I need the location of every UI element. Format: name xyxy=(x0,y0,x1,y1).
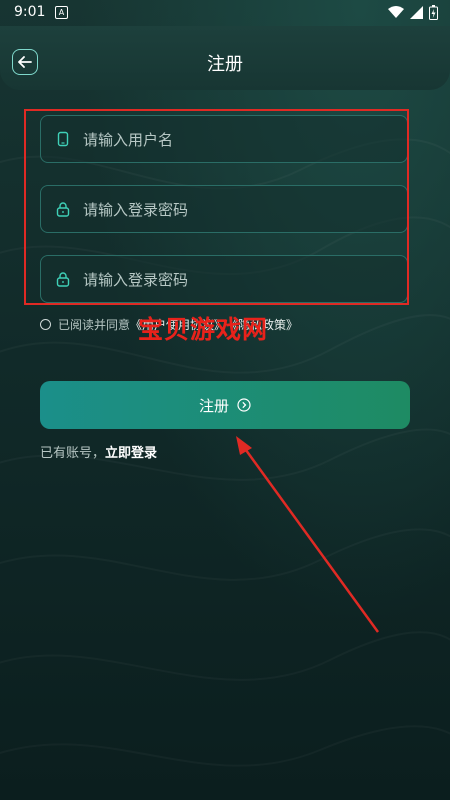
chevron-right-circle-icon xyxy=(237,398,251,412)
signal-icon xyxy=(410,6,423,19)
login-prompt-text: 已有账号， xyxy=(40,446,106,461)
login-prompt: 已有账号，立即登录 xyxy=(40,442,157,461)
register-button[interactable]: 注册 xyxy=(40,381,410,429)
notification-app-icon: A xyxy=(55,6,68,19)
annotation-highlight-box xyxy=(24,109,409,305)
status-bar: 9:01 A xyxy=(0,0,450,26)
watermark-text: 宝贝游戏网 xyxy=(138,315,269,344)
app-header: 注册 xyxy=(0,26,450,90)
wifi-icon xyxy=(388,6,404,18)
battery-icon xyxy=(429,5,438,20)
page-title: 注册 xyxy=(207,54,243,75)
login-link[interactable]: 立即登录 xyxy=(105,446,157,461)
register-button-label: 注册 xyxy=(198,396,229,415)
agree-radio[interactable] xyxy=(40,319,51,330)
status-icons xyxy=(388,5,438,20)
agreement-prefix: 已阅读并同意 xyxy=(58,318,131,332)
status-time: 9:01 xyxy=(14,4,46,20)
